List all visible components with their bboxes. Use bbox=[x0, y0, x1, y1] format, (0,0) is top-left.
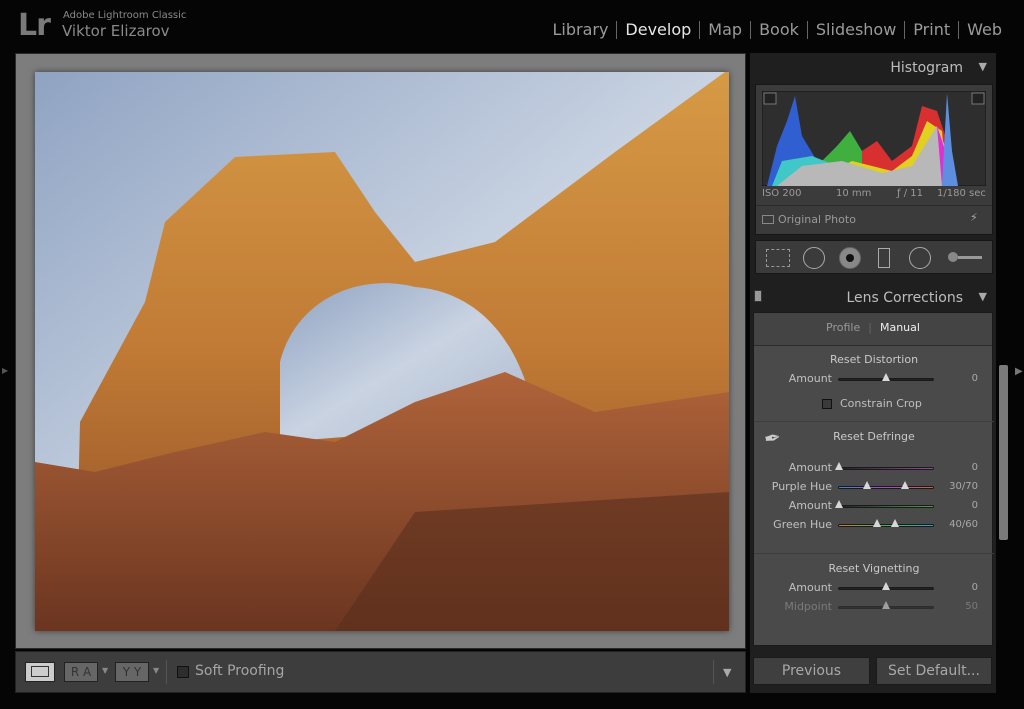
user-name: Viktor Elizarov bbox=[62, 22, 170, 40]
histogram-header[interactable]: Histogram ▼ bbox=[752, 60, 995, 76]
green-hue-value[interactable]: 40/60 bbox=[949, 519, 978, 530]
spot-removal-icon[interactable] bbox=[803, 247, 825, 269]
module-web[interactable]: Web bbox=[959, 20, 1010, 39]
purple-hue-value[interactable]: 30/70 bbox=[949, 481, 978, 492]
histogram: ISO 200 10 mm ƒ / 11 1/180 sec Original … bbox=[755, 84, 993, 235]
vignetting-midpoint-value[interactable]: 50 bbox=[965, 601, 978, 612]
constrain-crop-checkbox[interactable] bbox=[822, 399, 832, 409]
swap-dropdown-icon[interactable]: ▼ bbox=[153, 666, 159, 675]
purple-amount-value[interactable]: 0 bbox=[972, 462, 978, 473]
slider-thumb-high[interactable] bbox=[900, 481, 909, 489]
tab-profile[interactable]: Profile bbox=[818, 321, 868, 334]
green-hue-label: Green Hue bbox=[773, 518, 832, 531]
slider-thumb-low[interactable] bbox=[872, 519, 881, 527]
adjustment-brush-icon[interactable] bbox=[948, 251, 984, 263]
distortion-amount-slider[interactable] bbox=[838, 373, 934, 381]
soft-proofing-checkbox[interactable] bbox=[177, 666, 189, 678]
green-amount-slider[interactable] bbox=[835, 500, 934, 508]
histogram-graph bbox=[762, 91, 986, 186]
image-view bbox=[15, 53, 746, 649]
lens-corrections-header[interactable]: Lens Corrections ▼ bbox=[752, 290, 995, 306]
app-name: Adobe Lightroom Classic bbox=[63, 10, 187, 21]
slider-thumb[interactable] bbox=[835, 462, 843, 470]
lens-corrections-title: Lens Corrections bbox=[846, 290, 963, 306]
distortion-amount-label: Amount bbox=[788, 372, 832, 385]
flash-icon: ⚡ bbox=[970, 211, 978, 224]
before-after-dropdown-icon[interactable]: ▼ bbox=[102, 666, 108, 675]
loupe-view-button[interactable] bbox=[25, 662, 55, 682]
photo-preview[interactable] bbox=[35, 72, 729, 631]
module-picker: Library Develop Map Book Slideshow Print… bbox=[544, 20, 1010, 39]
collapse-triangle-icon[interactable]: ▼ bbox=[979, 290, 987, 303]
module-slideshow[interactable]: Slideshow bbox=[808, 20, 904, 39]
iso-value: ISO 200 bbox=[762, 188, 802, 199]
shutter-speed: 1/180 sec bbox=[937, 188, 986, 199]
vignetting-midpoint-label: Midpoint bbox=[784, 600, 832, 613]
reset-defringe[interactable]: Reset Defringe bbox=[754, 430, 994, 443]
panel-scrollbar[interactable] bbox=[999, 365, 1008, 540]
reset-vignetting[interactable]: Reset Vignetting bbox=[754, 562, 994, 575]
purple-hue-slider[interactable] bbox=[838, 481, 934, 489]
lightroom-logo: Lr bbox=[18, 8, 51, 43]
green-hue-slider[interactable] bbox=[838, 519, 934, 527]
distortion-amount-value[interactable]: 0 bbox=[972, 373, 978, 384]
shadow-clipping-icon bbox=[763, 92, 777, 105]
slider-thumb[interactable] bbox=[882, 582, 890, 590]
constrain-crop-label: Constrain Crop bbox=[840, 397, 922, 410]
purple-amount-label: Amount bbox=[788, 461, 832, 474]
green-amount-value[interactable]: 0 bbox=[972, 500, 978, 511]
before-after-button[interactable]: R A bbox=[64, 662, 98, 682]
red-eye-icon[interactable] bbox=[839, 247, 861, 269]
aperture: ƒ / 11 bbox=[897, 188, 923, 199]
set-default-button[interactable]: Set Default... bbox=[876, 657, 992, 685]
original-photo-label: Original Photo bbox=[778, 213, 856, 226]
tab-manual[interactable]: Manual bbox=[872, 321, 928, 334]
module-map[interactable]: Map bbox=[700, 20, 750, 39]
graduated-filter-icon[interactable] bbox=[878, 248, 890, 268]
vignetting-amount-value[interactable]: 0 bbox=[972, 582, 978, 593]
vignetting-midpoint-slider[interactable] bbox=[838, 601, 934, 609]
original-photo-checkbox[interactable] bbox=[762, 215, 774, 224]
slider-thumb-high[interactable] bbox=[891, 519, 900, 527]
slider-thumb[interactable] bbox=[882, 373, 890, 381]
focal-length: 10 mm bbox=[836, 188, 872, 199]
tool-strip bbox=[755, 240, 993, 274]
reset-distortion[interactable]: Reset Distortion bbox=[754, 353, 994, 366]
purple-amount-slider[interactable] bbox=[835, 462, 934, 470]
vignetting-amount-label: Amount bbox=[788, 581, 832, 594]
toolbar-menu-icon[interactable]: ▼ bbox=[723, 666, 731, 679]
swap-settings-button[interactable]: Y Y bbox=[115, 662, 149, 682]
module-library[interactable]: Library bbox=[544, 20, 616, 39]
crop-tool-icon[interactable] bbox=[766, 249, 790, 267]
lens-corrections-panel: Profile | Manual Reset Distortion Amount 0… bbox=[753, 312, 994, 646]
soft-proofing-label: Soft Proofing bbox=[195, 663, 285, 679]
module-develop[interactable]: Develop bbox=[617, 20, 699, 39]
purple-hue-label: Purple Hue bbox=[771, 480, 832, 493]
green-amount-label: Amount bbox=[788, 499, 832, 512]
slider-thumb[interactable] bbox=[882, 601, 890, 609]
highlight-clipping-icon bbox=[971, 92, 985, 105]
module-print[interactable]: Print bbox=[905, 20, 958, 39]
panel-toggle-switch[interactable] bbox=[754, 290, 762, 302]
radial-filter-icon[interactable] bbox=[909, 247, 931, 269]
previous-button[interactable]: Previous bbox=[753, 657, 870, 685]
histogram-title: Histogram bbox=[890, 60, 963, 76]
collapse-triangle-icon[interactable]: ▼ bbox=[979, 60, 987, 73]
right-panel-toggle-icon[interactable]: ▶ bbox=[1015, 366, 1023, 377]
vignetting-amount-slider[interactable] bbox=[838, 582, 934, 590]
slider-thumb-low[interactable] bbox=[863, 481, 872, 489]
slider-thumb[interactable] bbox=[835, 500, 843, 508]
module-book[interactable]: Book bbox=[751, 20, 807, 39]
lens-tabs: Profile | Manual bbox=[754, 313, 992, 346]
left-panel-toggle-icon[interactable]: ▶ bbox=[2, 366, 8, 375]
view-toolbar: R A ▼ Y Y ▼ Soft Proofing ▼ bbox=[15, 651, 746, 693]
